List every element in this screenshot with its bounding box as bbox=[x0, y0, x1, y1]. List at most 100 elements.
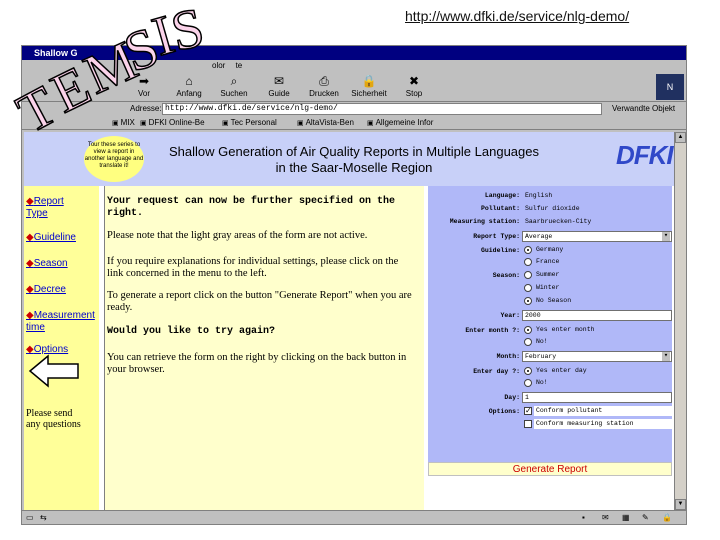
page-title: Shallow Generation of Air Quality Report… bbox=[169, 144, 539, 175]
row-year: Year: 2000 bbox=[428, 310, 672, 322]
status-icon: ▭ bbox=[26, 513, 34, 522]
menu-item-color[interactable]: olor bbox=[212, 61, 225, 70]
news-icon[interactable]: ▦ bbox=[622, 513, 630, 522]
row-month: Month: February bbox=[428, 351, 672, 363]
toolbar: ➡ Vor ⌂ Anfang ⌕ Suchen ✉ Guide ⎙ Drucken 🔒 Si… bbox=[22, 72, 686, 102]
window-title: Shallow G bbox=[22, 46, 686, 60]
bullet-icon: ◆ bbox=[26, 258, 34, 269]
nav-measurement-time[interactable]: ◆Measurement time bbox=[26, 310, 95, 334]
row-enter-month: Enter month ?: Yes enter month bbox=[428, 325, 672, 337]
nav-season[interactable]: ◆Season bbox=[26, 258, 68, 270]
month-option-no: No! bbox=[536, 338, 548, 345]
print-button[interactable]: ⎙ Drucken bbox=[302, 74, 346, 98]
link-mix[interactable]: MIX bbox=[112, 118, 135, 127]
browser-window: Shallow G olor te ➡ Vor ⌂ Anfang ⌕ Suchen ✉… bbox=[21, 45, 687, 525]
language-label: Language: bbox=[484, 192, 520, 199]
month-radio-yes[interactable] bbox=[524, 326, 532, 334]
season-option-summer: Summer bbox=[536, 271, 560, 278]
home-button[interactable]: ⌂ Anfang bbox=[167, 74, 211, 98]
para-back-button: You can retrieve the form on the right b… bbox=[107, 352, 407, 375]
scroll-down-icon[interactable]: ▼ bbox=[675, 499, 686, 510]
guide-icon: ✉ bbox=[273, 74, 285, 88]
season-radio-none[interactable] bbox=[524, 297, 532, 305]
scroll-up-icon[interactable]: ▲ bbox=[675, 132, 686, 143]
slide: http://www.dfki.de/service/nlg-demo/ T E… bbox=[0, 0, 720, 540]
season-option-none: No Season bbox=[536, 297, 572, 304]
connection-icon: ⇆ bbox=[40, 513, 47, 522]
bullet-icon: ◆ bbox=[26, 196, 34, 207]
guide-button[interactable]: ✉ Guide bbox=[257, 74, 301, 98]
banner-bubble[interactable]: Tour these series to view a report in an… bbox=[84, 136, 144, 182]
month-option-yes: Yes enter month bbox=[536, 326, 595, 333]
guideline-option-germany: Germany bbox=[536, 246, 564, 253]
link-dfki[interactable]: DFKI Online-Be bbox=[140, 118, 205, 127]
guideline-option-france: France bbox=[536, 258, 560, 265]
guideline-radio-germany[interactable] bbox=[524, 246, 532, 254]
row-options: Options: ✓ Conform pollutant bbox=[428, 406, 672, 418]
row-season-3: No Season bbox=[428, 296, 672, 308]
option-station-checkbox[interactable] bbox=[524, 420, 532, 428]
row-day: Day: 1 bbox=[428, 392, 672, 404]
nav-decree[interactable]: ◆Decree bbox=[26, 284, 66, 296]
left-nav: ◆Report Type ◆Guideline ◆Season ◆Decree … bbox=[24, 186, 99, 510]
address-bar: Adresse: http://www.dfki.de/service/nlg-… bbox=[22, 102, 686, 116]
guideline-label: Guideline: bbox=[480, 247, 520, 254]
row-pollutant: Pollutant: Sulfur dioxide bbox=[428, 203, 672, 215]
guideline-radio-france[interactable] bbox=[524, 258, 532, 266]
nav-guideline[interactable]: ◆Guideline bbox=[26, 232, 76, 244]
forward-button[interactable]: ➡ Vor bbox=[122, 74, 166, 98]
option-pollutant-checkbox[interactable]: ✓ bbox=[524, 407, 532, 415]
demo-url[interactable]: http://www.dfki.de/service/nlg-demo/ bbox=[405, 8, 629, 24]
season-radio-summer[interactable] bbox=[524, 271, 532, 279]
mail-icon[interactable]: ✉ bbox=[602, 513, 609, 522]
report-type-select[interactable]: Average bbox=[522, 231, 672, 242]
month-toggle-label: Enter month ?: bbox=[465, 327, 520, 334]
day-radio-no[interactable] bbox=[524, 379, 532, 387]
day-radio-yes[interactable] bbox=[524, 367, 532, 375]
row-enter-day-2: No! bbox=[428, 378, 672, 390]
day-toggle-label: Enter day ?: bbox=[473, 368, 520, 375]
bullet-icon: ◆ bbox=[26, 232, 34, 243]
month-radio-no[interactable] bbox=[524, 338, 532, 346]
vertical-scrollbar[interactable]: ▲ ▼ bbox=[674, 132, 686, 510]
print-icon: ⎙ bbox=[319, 74, 329, 88]
day-input[interactable]: 1 bbox=[522, 392, 672, 403]
generate-report-button[interactable]: Generate Report bbox=[428, 462, 672, 476]
status-bar: ▭ ⇆ ▪ ✉ ▦ ✎ 🔒 bbox=[22, 510, 686, 524]
report-form: Language: English Pollutant: Sulfur diox… bbox=[428, 186, 672, 462]
para-generate: To generate a report click on the button… bbox=[107, 290, 412, 313]
link-allgemein[interactable]: Allgemeine Infor bbox=[367, 118, 434, 127]
link-tec[interactable]: Tec Personal bbox=[222, 118, 277, 127]
compose-icon[interactable]: ✎ bbox=[642, 513, 649, 522]
row-season: Season: Summer bbox=[428, 270, 672, 282]
row-language: Language: English bbox=[428, 190, 672, 202]
row-enter-month-2: No! bbox=[428, 337, 672, 349]
related-objects-button[interactable]: Verwandte Objekt bbox=[612, 104, 675, 113]
stop-button[interactable]: ✖ Stop bbox=[392, 74, 436, 98]
bullet-icon: ◆ bbox=[26, 310, 34, 321]
year-input[interactable]: 2000 bbox=[522, 310, 672, 321]
month-select[interactable]: February bbox=[522, 351, 672, 362]
nav-report-type[interactable]: ◆Report Type bbox=[26, 196, 72, 220]
row-station: Measuring station: Saarbruecken-City bbox=[428, 216, 672, 228]
link-altavista[interactable]: AltaVista-Ben bbox=[297, 118, 354, 127]
address-input[interactable]: http://www.dfki.de/service/nlg-demo/ bbox=[162, 103, 602, 115]
year-label: Year: bbox=[500, 312, 520, 319]
season-radio-winter[interactable] bbox=[524, 284, 532, 292]
search-button[interactable]: ⌕ Suchen bbox=[212, 74, 256, 98]
para-request: Your request can now be further specifie… bbox=[107, 196, 396, 219]
season-option-winter: Winter bbox=[536, 284, 560, 291]
season-label: Season: bbox=[492, 272, 520, 279]
search-icon: ⌕ bbox=[230, 74, 238, 88]
instructions-panel: Your request can now be further specifie… bbox=[104, 186, 424, 510]
row-guideline-2: France bbox=[428, 257, 672, 269]
back-arrow-icon[interactable] bbox=[28, 354, 80, 388]
menu-item-te[interactable]: te bbox=[236, 61, 243, 70]
lock-icon: 🔒 bbox=[662, 513, 672, 522]
dfki-logo: DFKI bbox=[616, 140, 674, 170]
page-content: Tour these series to view a report in an… bbox=[24, 132, 686, 510]
address-label: Adresse: bbox=[130, 104, 162, 113]
row-report-type: Report Type: Average bbox=[428, 231, 672, 243]
banner: Tour these series to view a report in an… bbox=[24, 132, 686, 186]
security-button[interactable]: 🔒 Sicherheit bbox=[347, 74, 391, 98]
